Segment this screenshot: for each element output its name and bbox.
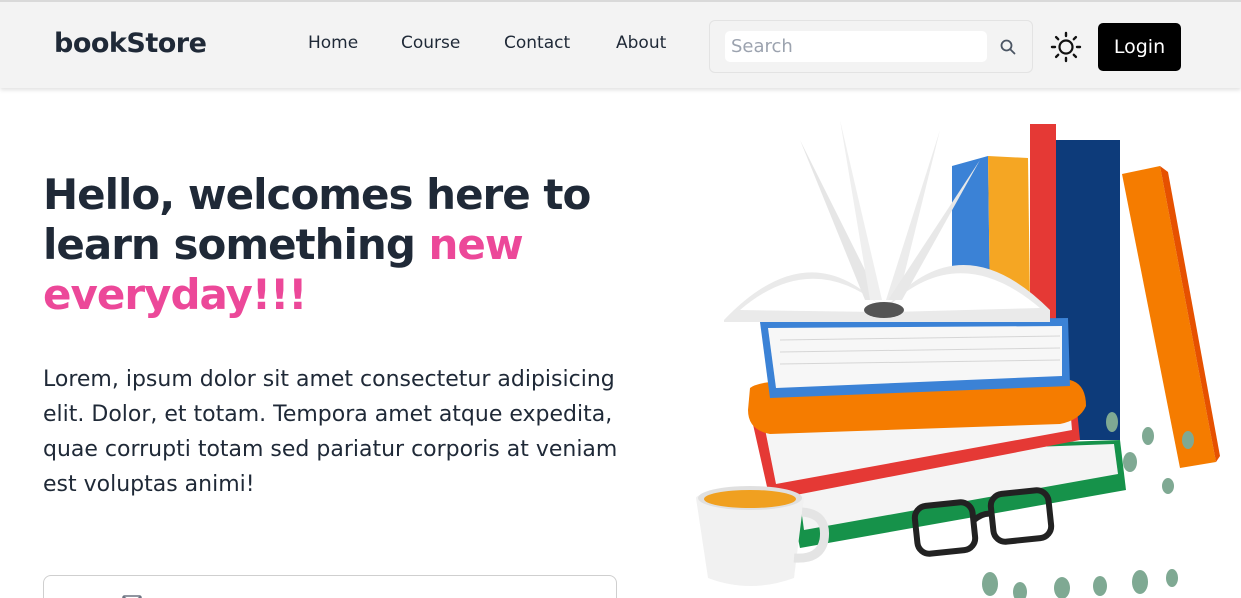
hero-title: Hello, welcomes here to learn something … <box>43 170 643 320</box>
search-icon[interactable] <box>999 38 1017 56</box>
navbar: bookStore Home Course Contact About Logi… <box>0 0 1241 88</box>
search-box <box>709 20 1033 73</box>
nav-link-home[interactable]: Home <box>308 33 358 53</box>
site-logo[interactable]: bookStore <box>54 28 207 59</box>
books-stack-illustration <box>696 120 1220 598</box>
search-input[interactable] <box>725 31 987 62</box>
login-button[interactable]: Login <box>1098 23 1181 71</box>
nav-link-contact[interactable]: Contact <box>504 33 570 53</box>
nav-link-course[interactable]: Course <box>401 33 460 53</box>
hero-description: Lorem, ipsum dolor sit amet consectetur … <box>43 367 618 497</box>
sun-icon[interactable] <box>1050 31 1082 63</box>
nav-link-about[interactable]: About <box>616 33 666 53</box>
email-field[interactable] <box>43 575 617 598</box>
